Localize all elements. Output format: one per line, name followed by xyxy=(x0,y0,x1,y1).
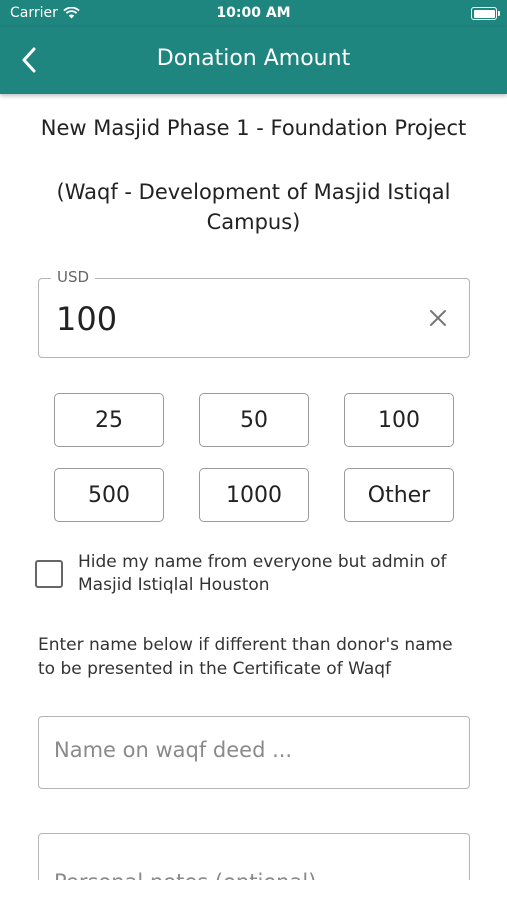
hide-name-label[interactable]: Hide my name from everyone but admin of … xyxy=(78,551,483,597)
waqf-name-placeholder: Name on waqf deed ... xyxy=(54,738,293,762)
preset-other-button[interactable]: Other xyxy=(344,468,454,522)
content-area[interactable]: New Masjid Phase 1 - Foundation Project … xyxy=(0,0,507,880)
waqf-name-field[interactable]: Name on waqf deed ... xyxy=(38,716,470,789)
clear-icon[interactable] xyxy=(427,307,449,329)
amount-value[interactable]: 100 xyxy=(56,300,117,338)
preset-50-button[interactable]: 50 xyxy=(199,393,309,447)
preset-25-button[interactable]: 25 xyxy=(54,393,164,447)
certificate-instruction: Enter name below if different than donor… xyxy=(38,635,453,679)
currency-label: USD xyxy=(51,268,96,286)
amount-input[interactable]: USD 100 xyxy=(38,268,470,358)
personal-notes-field[interactable]: Personal notes (optional) xyxy=(38,833,470,880)
project-subtitle: (Waqf - Development of Masjid Istiqal Ca… xyxy=(56,180,451,234)
preset-100-button[interactable]: 100 xyxy=(344,393,454,447)
personal-notes-placeholder: Personal notes (optional) xyxy=(54,870,316,880)
project-title: New Masjid Phase 1 - Foundation Project xyxy=(40,116,467,140)
hide-name-checkbox[interactable] xyxy=(35,560,63,588)
preset-1000-button[interactable]: 1000 xyxy=(199,468,309,522)
preset-500-button[interactable]: 500 xyxy=(54,468,164,522)
